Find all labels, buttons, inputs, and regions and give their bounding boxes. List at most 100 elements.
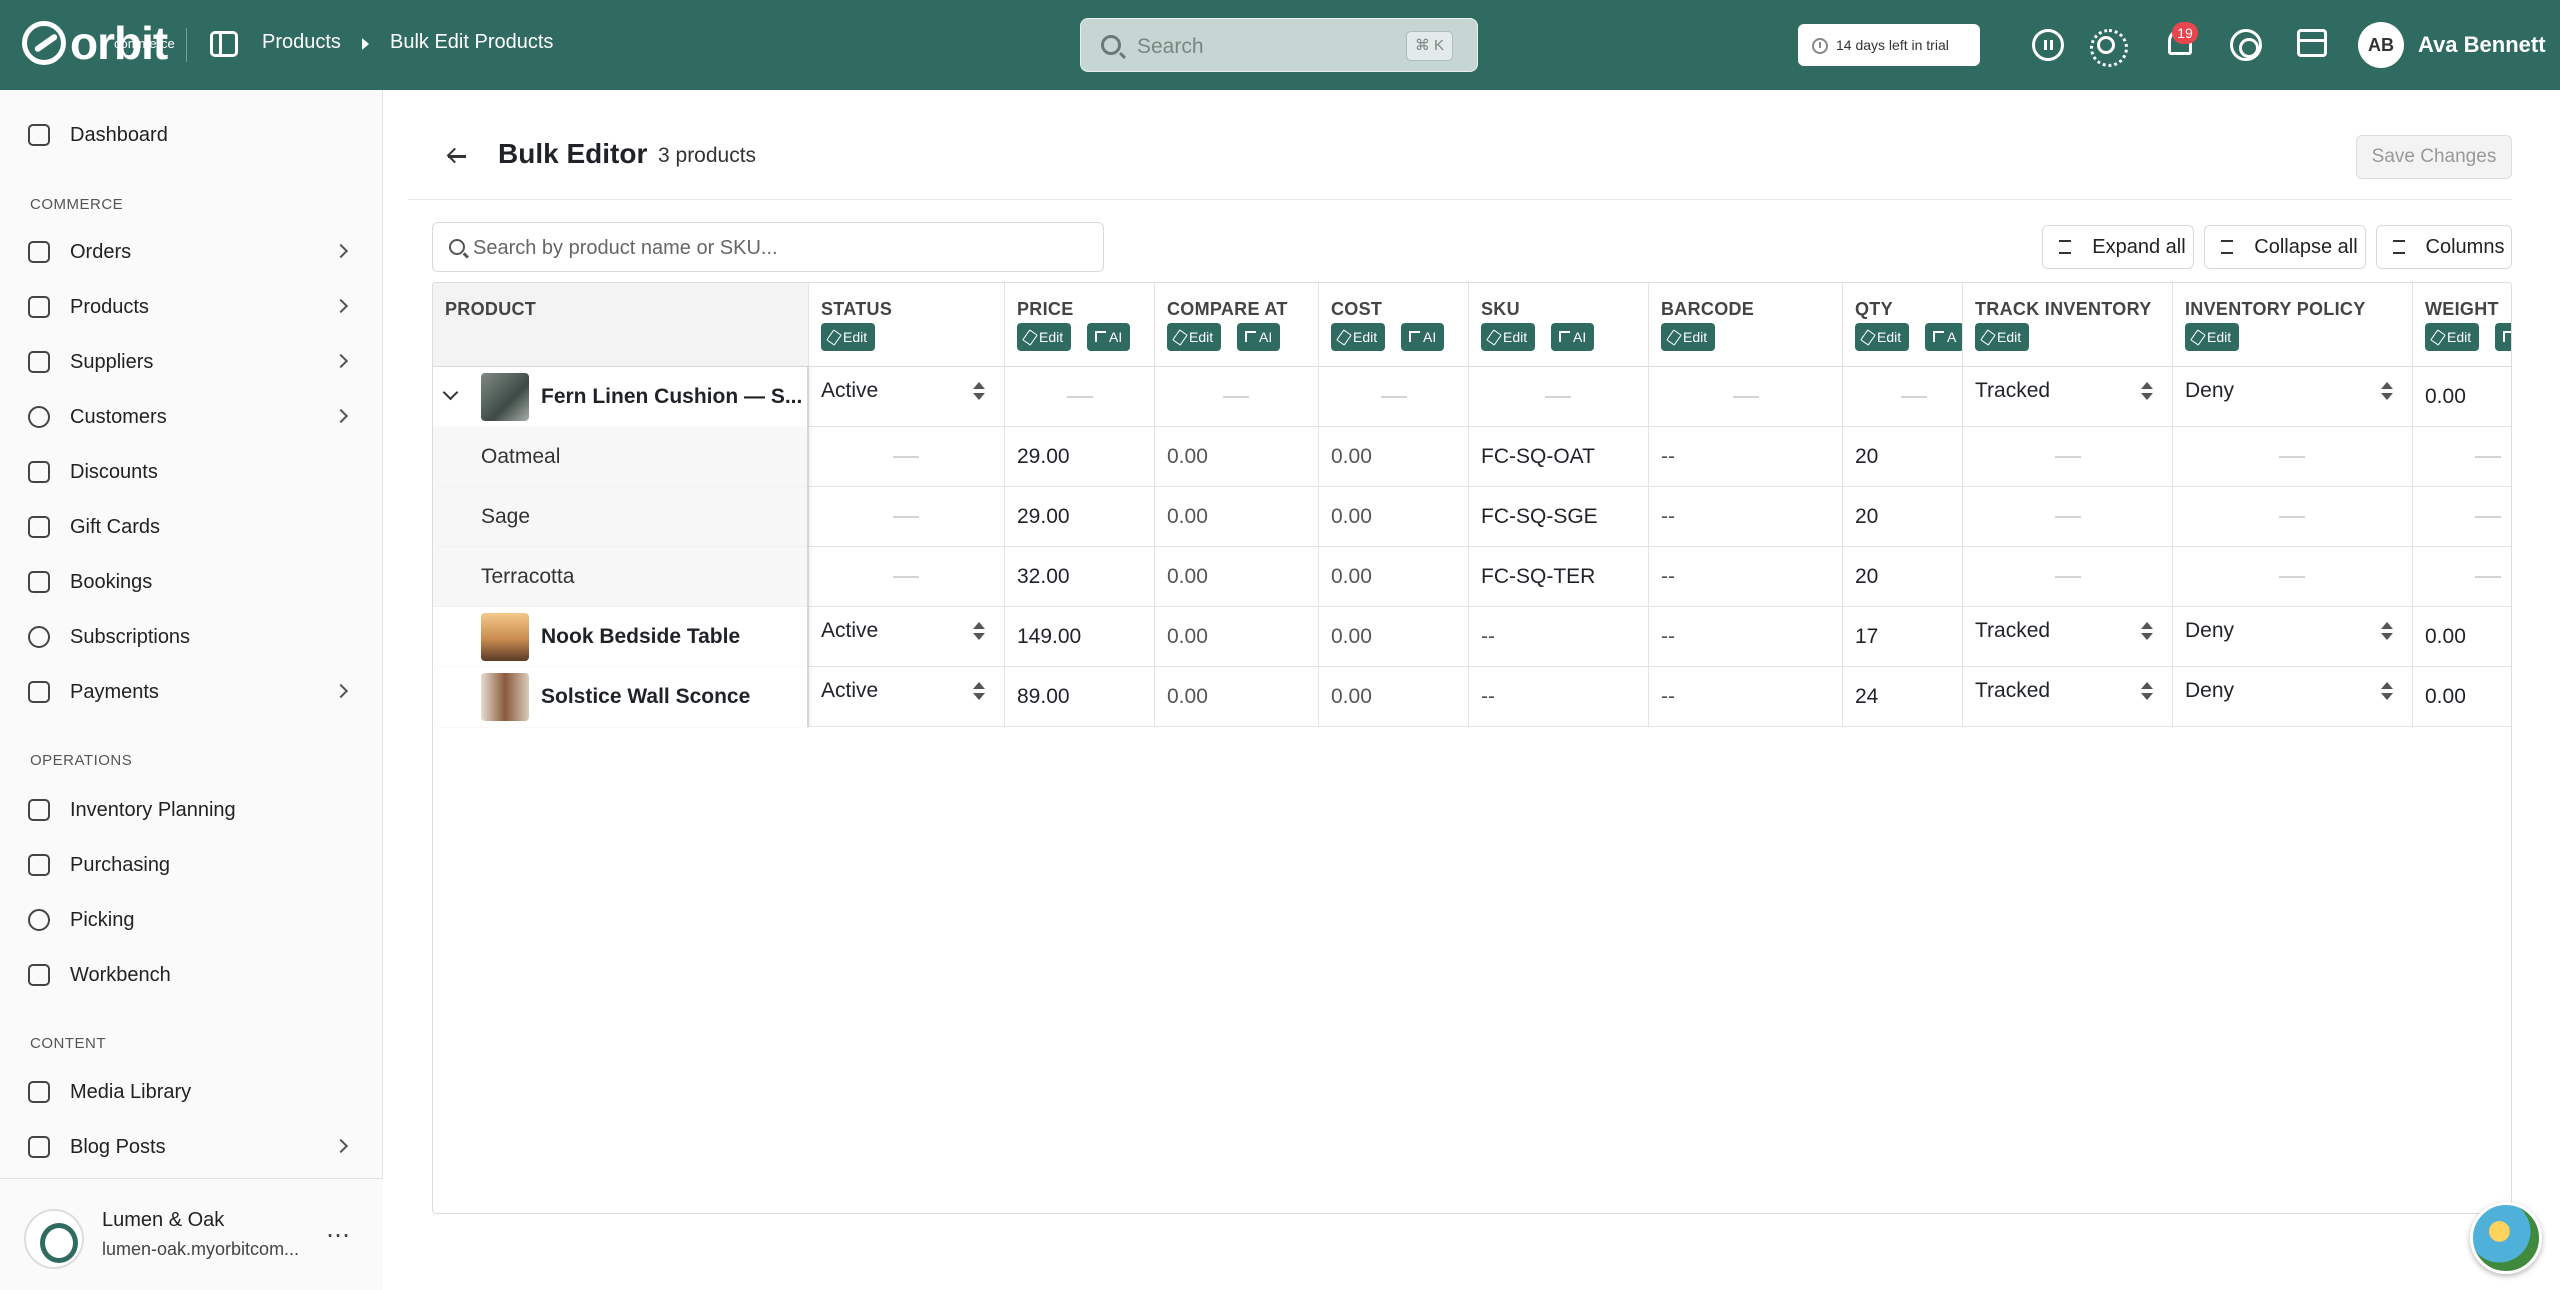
sidebar-item-blog-posts[interactable]: Blog Posts — [28, 1127, 358, 1167]
weight-cell[interactable]: 0.00 — [2413, 667, 2511, 727]
pause-icon[interactable] — [2032, 29, 2064, 61]
global-search-input[interactable]: Search ⌘ K — [1080, 18, 1478, 72]
qty-cell[interactable]: 20 — [1843, 487, 1963, 547]
edit-column-button[interactable]: Edit — [821, 323, 876, 351]
help-lifebuoy-icon[interactable] — [2230, 29, 2262, 61]
qty-cell[interactable]: 20 — [1843, 547, 1963, 607]
sidebar-item-gift-cards[interactable]: Gift Cards — [28, 507, 358, 547]
edit-column-button[interactable]: Edit — [1331, 323, 1386, 351]
inventory-policy-select[interactable]: Deny — [2173, 607, 2413, 667]
ai-column-button[interactable]: AI — [1087, 323, 1131, 351]
sidebar-item-inventory-planning[interactable]: Inventory Planning — [28, 790, 358, 830]
price-cell[interactable]: 32.00 — [1005, 547, 1155, 607]
qty-cell[interactable]: 20 — [1843, 427, 1963, 487]
chevron-down-icon[interactable] — [442, 384, 459, 401]
more-options-icon[interactable]: ⋯ — [326, 1221, 351, 1250]
compare-at-cell[interactable]: 0.00 — [1155, 487, 1319, 547]
store-switcher[interactable]: Lumen & Oak lumen-oak.myorbitcom... ⋯ — [0, 1178, 383, 1290]
sidebar-item-picking[interactable]: Picking — [28, 900, 358, 940]
theme-toggle-sun-icon[interactable] — [2090, 29, 2128, 67]
sku-cell[interactable]: -- — [1469, 667, 1649, 727]
sku-cell[interactable]: FC-SQ-TER — [1469, 547, 1649, 607]
cost-cell[interactable]: 0.00 — [1319, 607, 1469, 667]
price-cell[interactable]: 89.00 — [1005, 667, 1155, 727]
sidebar-item-discounts[interactable]: Discounts — [28, 452, 358, 492]
edit-column-button[interactable]: Edit — [1855, 323, 1910, 351]
trial-badge[interactable]: 14 days left in trial — [1798, 24, 1980, 66]
edit-column-button[interactable]: Edit — [1167, 323, 1222, 351]
ai-column-button[interactable]: A — [1925, 323, 1962, 351]
barcode-cell[interactable]: -- — [1649, 427, 1843, 487]
sidebar-item-workbench[interactable]: Workbench — [28, 955, 358, 995]
user-name[interactable]: Ava Bennett — [2418, 32, 2546, 58]
compare-at-cell[interactable]: 0.00 — [1155, 427, 1319, 487]
compare-at-cell[interactable]: 0.00 — [1155, 607, 1319, 667]
track-inventory-select[interactable]: Tracked — [1963, 367, 2173, 427]
sidebar-toggle-icon[interactable] — [210, 31, 238, 57]
sku-cell[interactable]: FC-SQ-OAT — [1469, 427, 1649, 487]
table-search-input[interactable]: Search by product name or SKU... — [432, 222, 1104, 272]
sidebar-item-subscriptions[interactable]: Subscriptions — [28, 617, 358, 657]
status-select[interactable]: Active — [809, 607, 1005, 667]
track-inventory-select[interactable]: Tracked — [1963, 607, 2173, 667]
columns-button[interactable]: Columns — [2376, 225, 2512, 269]
sidebar-item-customers[interactable]: Customers — [28, 397, 358, 437]
status-select[interactable]: Active — [809, 367, 1005, 427]
expand-all-button[interactable]: Expand all — [2042, 225, 2194, 269]
ai-column-button[interactable]: AI — [1401, 323, 1445, 351]
user-avatar[interactable]: AB — [2358, 22, 2404, 68]
back-arrow-icon[interactable] — [446, 146, 466, 166]
sidebar-item-products[interactable]: Products — [28, 287, 358, 327]
product-cell[interactable]: Nook Bedside Table — [433, 607, 809, 667]
barcode-value: -- — [1661, 625, 1675, 648]
barcode-cell[interactable]: -- — [1649, 547, 1843, 607]
edit-column-button[interactable]: Edit — [1017, 323, 1072, 351]
storefront-icon[interactable] — [2297, 29, 2327, 57]
barcode-cell[interactable]: -- — [1649, 607, 1843, 667]
product-cell[interactable]: Fern Linen Cushion — S... — [433, 367, 809, 427]
cost-cell[interactable]: 0.00 — [1319, 547, 1469, 607]
product-cell[interactable]: Solstice Wall Sconce — [433, 667, 809, 727]
cost-cell[interactable]: 0.00 — [1319, 427, 1469, 487]
price-cell[interactable]: 149.00 — [1005, 607, 1155, 667]
compare-at-cell[interactable]: 0.00 — [1155, 547, 1319, 607]
barcode-cell[interactable]: -- — [1649, 667, 1843, 727]
collapse-icon — [2221, 240, 2233, 254]
price-cell[interactable]: 29.00 — [1005, 487, 1155, 547]
edit-column-button[interactable]: Edit — [1975, 323, 2030, 351]
sidebar-item-bookings[interactable]: Bookings — [28, 562, 358, 602]
sidebar-item-orders[interactable]: Orders — [28, 232, 358, 272]
price-cell[interactable]: 29.00 — [1005, 427, 1155, 487]
compare-at-cell[interactable]: 0.00 — [1155, 667, 1319, 727]
qty-cell[interactable]: 24 — [1843, 667, 1963, 727]
sidebar-item-payments[interactable]: Payments — [28, 672, 358, 712]
status-cell — [809, 547, 1005, 607]
cost-cell[interactable]: 0.00 — [1319, 487, 1469, 547]
status-select[interactable]: Active — [809, 667, 1005, 727]
weight-cell[interactable]: 0.00 — [2413, 367, 2511, 427]
sidebar-item-dashboard[interactable]: Dashboard — [28, 115, 358, 155]
edit-column-button[interactable]: Edit — [2185, 323, 2240, 351]
ai-column-button[interactable]: AI — [1551, 323, 1595, 351]
edit-column-button[interactable]: Edit — [2425, 323, 2480, 351]
breadcrumb-products[interactable]: Products — [262, 31, 341, 54]
barcode-cell[interactable]: -- — [1649, 487, 1843, 547]
edit-column-button[interactable]: Edit — [1661, 323, 1716, 351]
edit-column-button[interactable]: Edit — [1481, 323, 1536, 351]
inventory-policy-select[interactable]: Deny — [2173, 367, 2413, 427]
weight-cell[interactable]: 0.00 — [2413, 607, 2511, 667]
ai-column-button[interactable]: A — [2495, 323, 2511, 351]
save-changes-button[interactable]: Save Changes — [2356, 135, 2512, 179]
qty-cell[interactable]: 17 — [1843, 607, 1963, 667]
track-inventory-select[interactable]: Tracked — [1963, 667, 2173, 727]
collapse-all-button[interactable]: Collapse all — [2204, 225, 2366, 269]
sku-cell[interactable]: -- — [1469, 607, 1649, 667]
sidebar-item-purchasing[interactable]: Purchasing — [28, 845, 358, 885]
inventory-policy-select[interactable]: Deny — [2173, 667, 2413, 727]
sidebar-item-media-library[interactable]: Media Library — [28, 1072, 358, 1112]
cost-cell[interactable]: 0.00 — [1319, 667, 1469, 727]
assistant-launcher-icon[interactable] — [2470, 1202, 2542, 1274]
ai-column-button[interactable]: AI — [1237, 323, 1281, 351]
sidebar-item-suppliers[interactable]: Suppliers — [28, 342, 358, 382]
sku-cell[interactable]: FC-SQ-SGE — [1469, 487, 1649, 547]
